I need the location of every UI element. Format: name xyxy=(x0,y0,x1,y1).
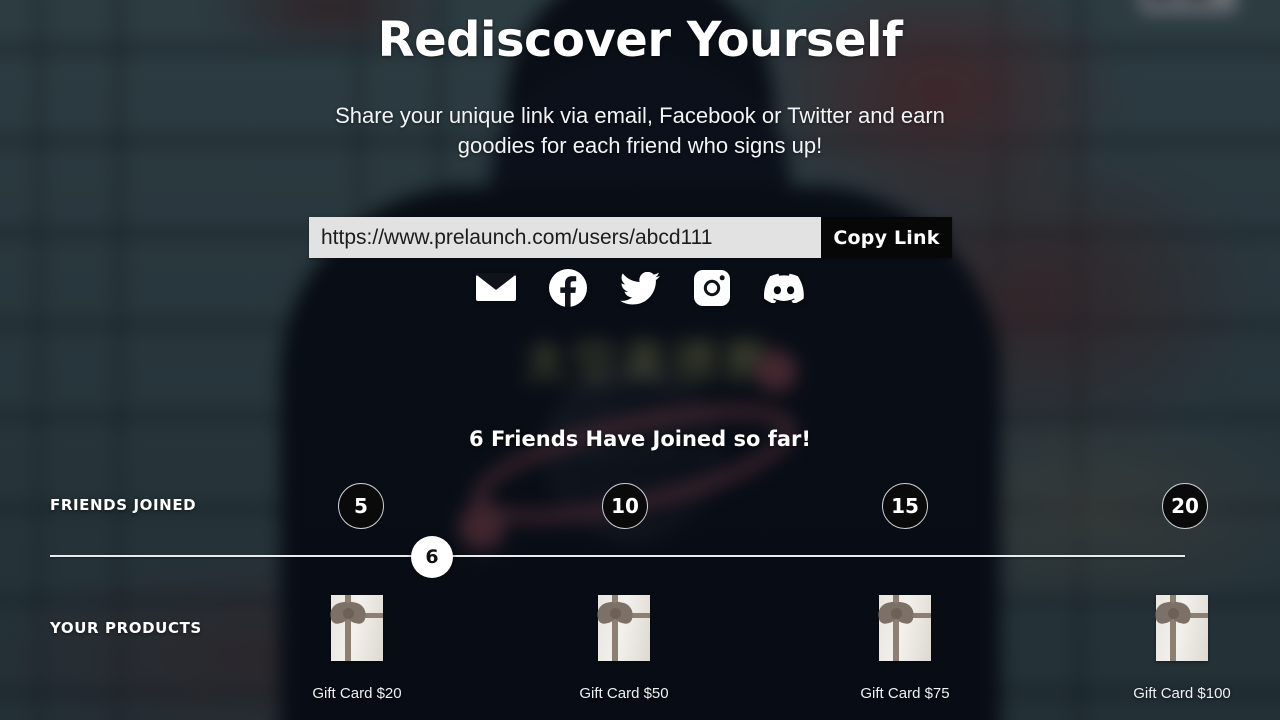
product-item[interactable]: Gift Card $20 xyxy=(277,595,437,702)
current-progress-marker: 6 xyxy=(411,536,453,578)
referral-page: 22 太空奥德赛 xyxy=(0,0,1280,720)
product-label: Gift Card $20 xyxy=(312,685,402,702)
progress-section: FRIENDS JOINED 5 10 15 20 6 YOUR PRODUCT… xyxy=(0,0,1280,720)
product-label: Gift Card $75 xyxy=(860,685,950,702)
product-item[interactable]: Gift Card $75 xyxy=(825,595,985,702)
gift-bow-knot xyxy=(1168,608,1179,619)
progress-track xyxy=(50,555,1185,557)
milestone-20[interactable]: 20 xyxy=(1162,483,1208,529)
product-item[interactable]: Gift Card $50 xyxy=(544,595,704,702)
milestone-10[interactable]: 10 xyxy=(602,483,648,529)
gift-bow-knot xyxy=(343,608,354,619)
gift-bow-knot xyxy=(610,608,621,619)
gift-box-icon xyxy=(876,595,931,661)
product-item[interactable]: Gift Card $100 xyxy=(1102,595,1262,702)
gift-box-icon xyxy=(328,595,383,661)
gift-box-icon xyxy=(595,595,650,661)
product-label: Gift Card $50 xyxy=(579,685,669,702)
your-products-label: YOUR PRODUCTS xyxy=(50,619,202,637)
gift-bow-knot xyxy=(891,608,902,619)
milestone-5[interactable]: 5 xyxy=(338,483,384,529)
page-content: Rediscover Yourself Share your unique li… xyxy=(0,0,1280,720)
product-label: Gift Card $100 xyxy=(1133,685,1231,702)
milestone-15[interactable]: 15 xyxy=(882,483,928,529)
friends-joined-label: FRIENDS JOINED xyxy=(50,496,197,514)
gift-box-icon xyxy=(1153,595,1208,661)
